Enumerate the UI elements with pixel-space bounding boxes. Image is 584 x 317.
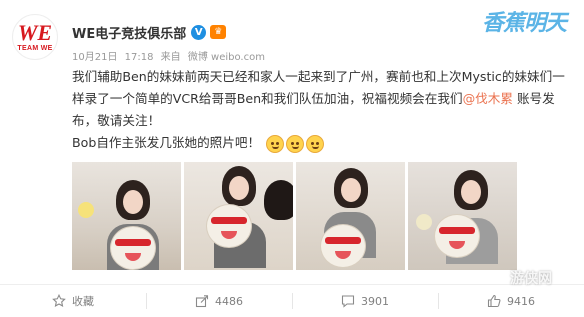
watermark: 游侠网 [510,271,552,287]
doge-emoji-icon [306,134,325,153]
post-source[interactable]: 微博 weibo.com [188,52,265,63]
like-count: 9416 [507,294,535,308]
star-icon [52,294,66,308]
comment-icon [341,294,355,308]
thumbs-up-icon [487,294,501,308]
source-prefix: 来自 [160,52,181,63]
account-name[interactable]: WE电子竞技俱乐部 [72,23,186,42]
post-header: WE电子竞技俱乐部 V ♛ [72,22,227,42]
photo-thumbnail-4[interactable] [408,162,517,270]
share-count: 4486 [215,294,243,308]
avatar-logo-subtext: TEAM WE [17,45,53,52]
comment-count: 3901 [361,294,389,308]
post-paragraph-1: 我们辅助Ben的妹妹前两天已经和家人一起来到了广州，赛前也和上次Mystic的妹… [72,66,576,132]
post-text-line2: Bob自作主张发几张她的照片吧！ [72,135,261,150]
crown-icon[interactable]: ♛ [210,25,227,39]
favorite-button[interactable]: 收藏 [0,285,146,317]
doge-emoji-icon [266,134,285,153]
comment-button[interactable]: 3901 [292,285,438,317]
doge-emoji-icon [286,134,305,153]
post-date[interactable]: 10月21日 [72,52,117,63]
mention-link[interactable]: @伐木累 [463,91,513,106]
verified-badge-icon: V [191,24,207,40]
post-paragraph-2: Bob自作主张发几张她的照片吧！ [72,132,576,154]
like-button[interactable]: 9416 [438,285,584,317]
post-body: 我们辅助Ben的妹妹前两天已经和家人一起来到了广州，赛前也和上次Mystic的妹… [72,66,576,154]
post-time: 17:18 [124,52,154,63]
post-meta: 10月21日 17:18 来自 微博 weibo.com [72,48,269,63]
photo-thumbnail-1[interactable] [72,162,181,270]
avatar-logo-text: WE [17,20,53,45]
share-button[interactable]: 4486 [146,285,292,317]
photo-grid [72,162,522,270]
brand-logo-text: 香蕉明天 [482,10,567,35]
share-icon [195,294,209,308]
brand-logo: 香蕉明天 [482,8,572,52]
action-bar: 收藏 4486 3901 9416 [0,285,584,317]
photo-thumbnail-3[interactable] [296,162,405,270]
emoji-row [266,134,326,153]
favorite-label: 收藏 [72,295,94,308]
avatar[interactable]: WE TEAM WE [12,14,58,60]
photo-thumbnail-2[interactable] [184,162,293,270]
